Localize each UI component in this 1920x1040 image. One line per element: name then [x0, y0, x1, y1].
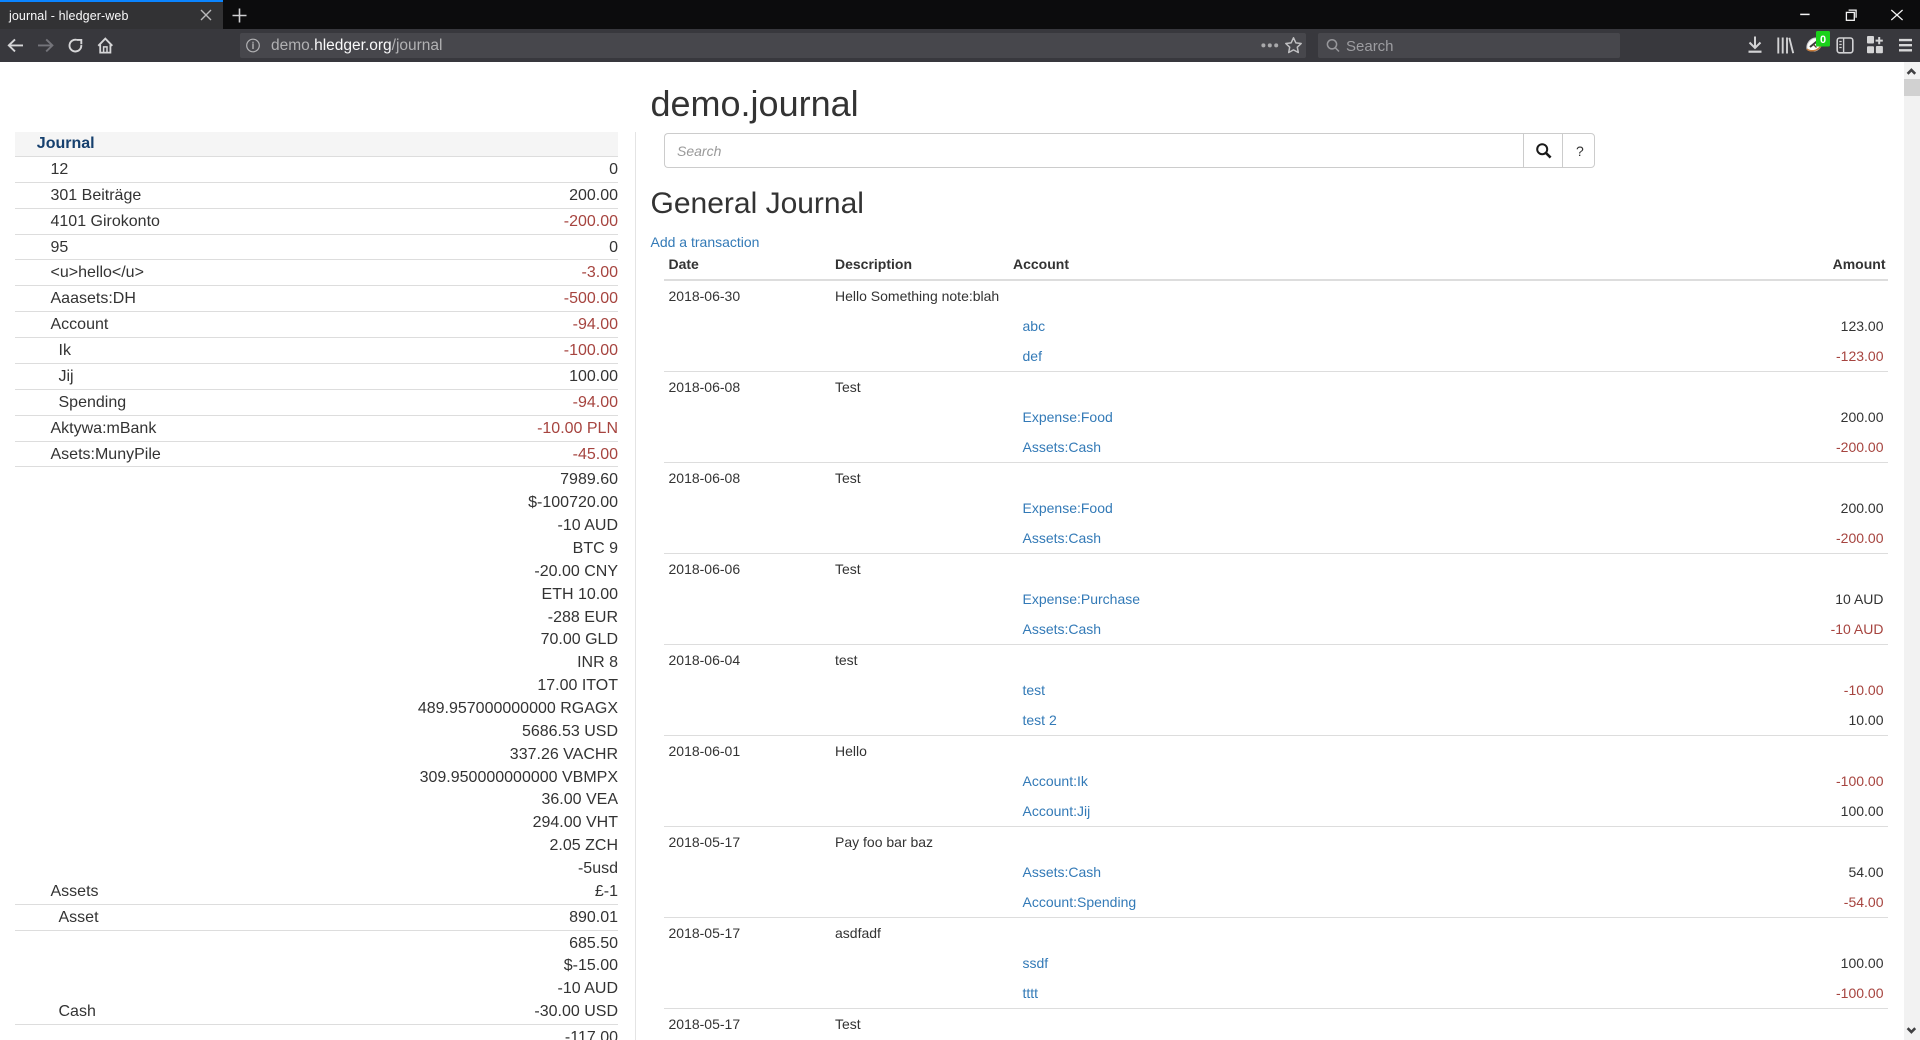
svg-text:0: 0 [1820, 34, 1826, 46]
